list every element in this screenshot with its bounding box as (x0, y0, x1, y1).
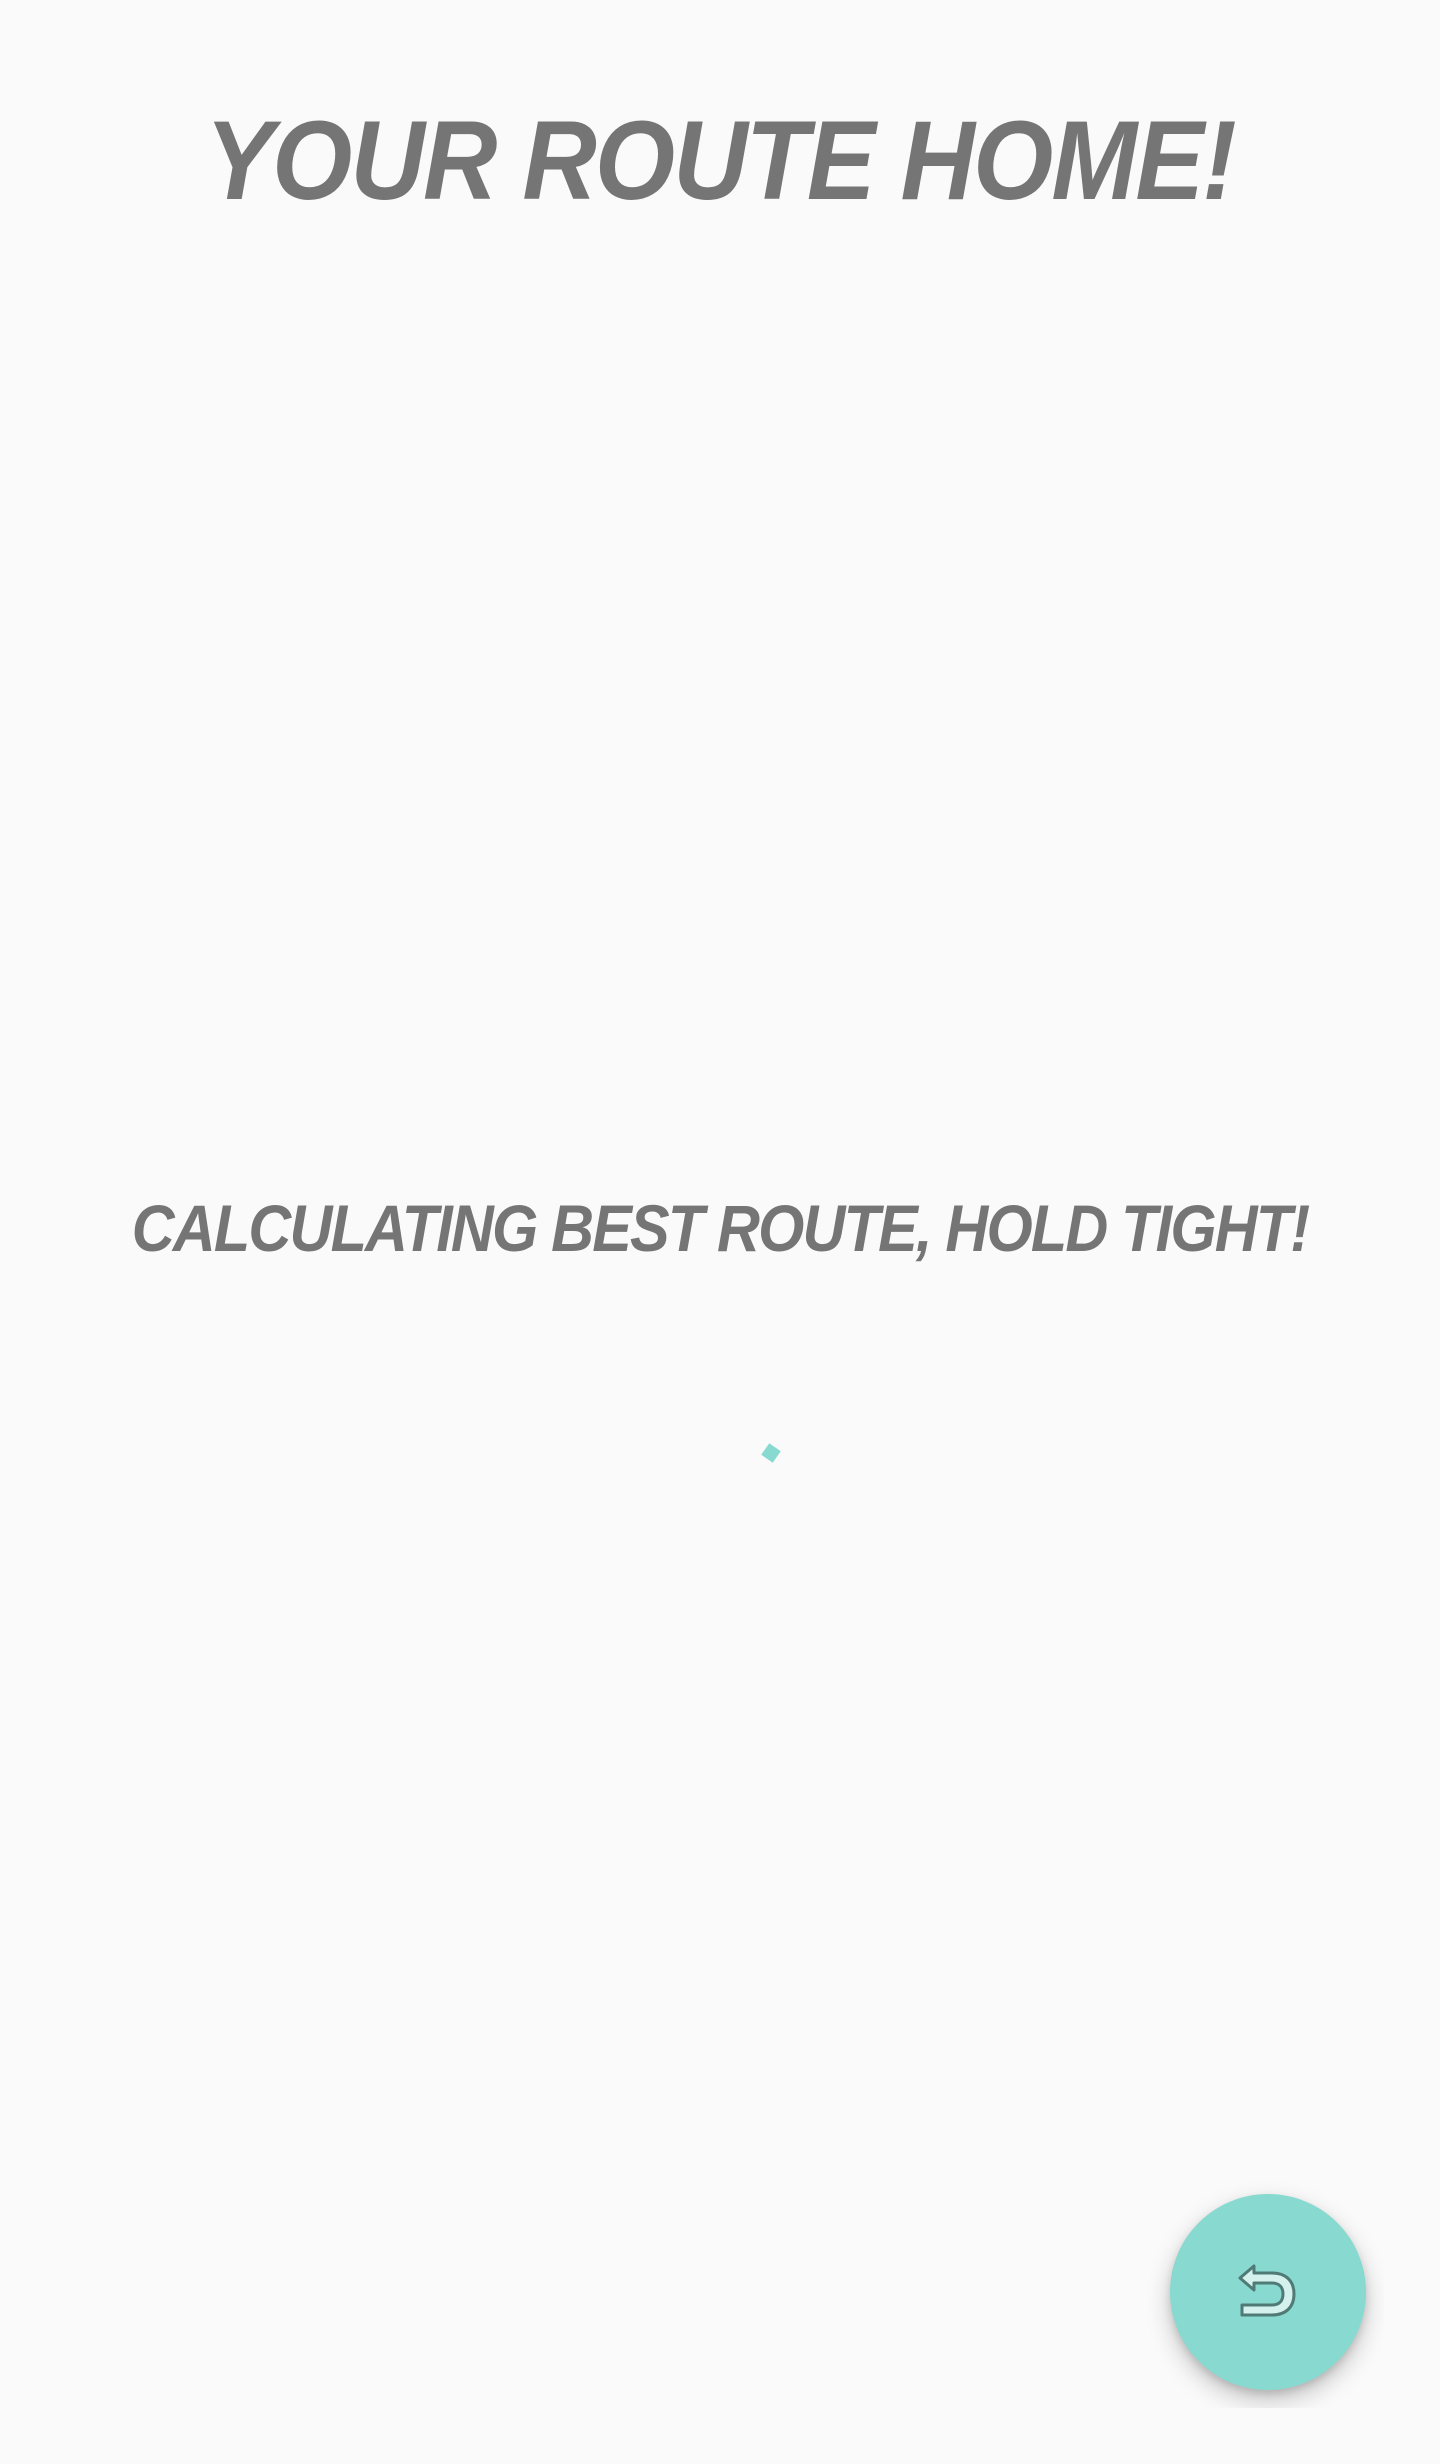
fab-container (1100, 2150, 1384, 2408)
page-title: Your Route Home! (205, 98, 1236, 223)
undo-arrow-icon (1238, 2264, 1296, 2317)
loading-spinner (761, 1443, 781, 1463)
status-message: Calculating best route, hold tight! (131, 1191, 1310, 1265)
back-button[interactable] (1170, 2194, 1366, 2390)
